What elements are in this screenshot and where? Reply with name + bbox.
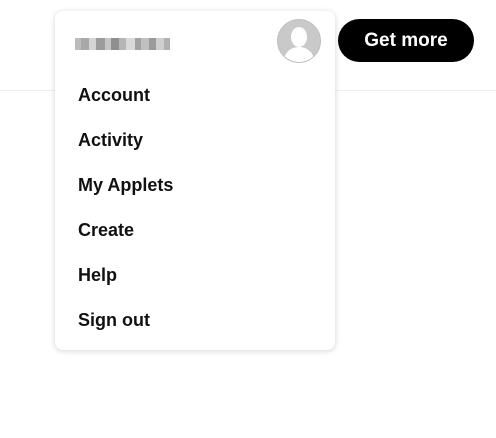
menu-item-sign-out[interactable]: Sign out <box>55 298 335 343</box>
page: Get more Account Activity My Applets Cre… <box>0 0 496 438</box>
menu-item-account[interactable]: Account <box>55 73 335 118</box>
account-menu-list: Account Activity My Applets Create Help … <box>55 73 335 343</box>
menu-item-my-applets[interactable]: My Applets <box>55 163 335 208</box>
menu-item-help[interactable]: Help <box>55 253 335 298</box>
get-more-button[interactable]: Get more <box>338 19 474 62</box>
menu-item-create[interactable]: Create <box>55 208 335 253</box>
avatar-silhouette-icon <box>278 20 320 62</box>
menu-item-activity[interactable]: Activity <box>55 118 335 163</box>
user-avatar-icon[interactable] <box>277 19 321 63</box>
account-dropdown-menu: Account Activity My Applets Create Help … <box>55 11 335 350</box>
blurred-username <box>75 36 170 52</box>
user-row <box>55 11 335 73</box>
